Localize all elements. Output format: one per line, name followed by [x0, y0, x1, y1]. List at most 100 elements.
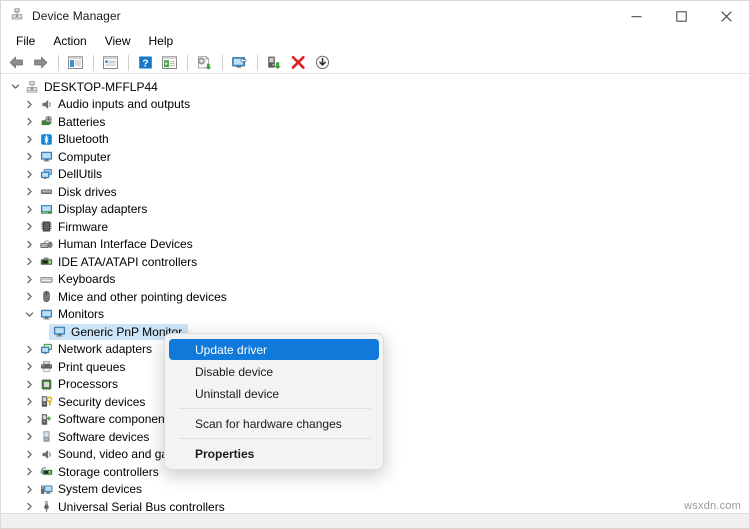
dell-utils-icon: [37, 168, 55, 181]
bluetooth-icon: [37, 133, 55, 146]
chevron-right-icon[interactable]: [21, 170, 37, 179]
tree-node-human-interface-devices[interactable]: Human Interface Devices: [1, 236, 749, 254]
toolbar-separator: [128, 54, 129, 71]
tree-node-label: Batteries: [58, 114, 106, 129]
chevron-right-icon[interactable]: [21, 205, 37, 214]
chevron-right-icon[interactable]: [21, 345, 37, 354]
chevron-right-icon[interactable]: [21, 362, 37, 371]
tree-node-system-devices[interactable]: System devices: [1, 481, 749, 499]
disable-device-icon[interactable]: [311, 53, 333, 73]
tree-node-batteries[interactable]: Batteries: [1, 113, 749, 131]
software-device-icon: [37, 430, 55, 443]
chevron-right-icon[interactable]: [21, 275, 37, 284]
context-menu-separator: [179, 438, 371, 439]
monitor-icon: [37, 308, 55, 321]
toolbar-separator: [187, 54, 188, 71]
chevron-right-icon[interactable]: [21, 117, 37, 126]
chevron-right-icon[interactable]: [21, 467, 37, 476]
status-bar: [1, 513, 749, 528]
chevron-right-icon[interactable]: [21, 240, 37, 249]
speaker-icon: [37, 98, 55, 111]
forward-arrow-icon[interactable]: [29, 53, 51, 73]
tree-node-desktop[interactable]: DESKTOP-MFFLP44: [1, 78, 749, 96]
monitor-icon: [37, 150, 55, 163]
show-hide-console-tree-icon[interactable]: [64, 53, 86, 73]
chevron-right-icon[interactable]: [21, 135, 37, 144]
chevron-right-icon[interactable]: [21, 257, 37, 266]
chevron-down-icon[interactable]: [21, 310, 37, 319]
chevron-right-icon[interactable]: [21, 432, 37, 441]
chevron-right-icon[interactable]: [21, 415, 37, 424]
tree-node-display-adapters[interactable]: Display adapters: [1, 201, 749, 219]
chevron-right-icon[interactable]: [21, 380, 37, 389]
enable-device-icon[interactable]: [263, 53, 285, 73]
watermark: wsxdn.com: [684, 500, 741, 512]
tree-node-mice-and-other-pointing-devices[interactable]: Mice and other pointing devices: [1, 288, 749, 306]
tree-node-label: DESKTOP-MFFLP44: [44, 79, 158, 94]
tree-node-audio-inputs-and-outputs[interactable]: Audio inputs and outputs: [1, 96, 749, 114]
tree-node-label: Human Interface Devices: [58, 237, 193, 252]
tree-node-computer[interactable]: Computer: [1, 148, 749, 166]
tree-node-label: Keyboards: [58, 272, 116, 287]
ctx-update-driver[interactable]: Update driver: [169, 339, 379, 360]
ide-controller-icon: [37, 255, 55, 268]
tree-node-keyboards[interactable]: Keyboards: [1, 271, 749, 289]
tree-node-universal-serial-bus-controllers[interactable]: Universal Serial Bus controllers: [1, 498, 749, 514]
update-driver-icon[interactable]: [193, 53, 215, 73]
toolbar-separator: [222, 54, 223, 71]
minimize-button[interactable]: [614, 1, 659, 31]
tree-node-label: Security devices: [58, 394, 146, 409]
tree-node-disk-drives[interactable]: Disk drives: [1, 183, 749, 201]
menu-file[interactable]: File: [7, 32, 44, 51]
chevron-down-icon[interactable]: [7, 82, 23, 91]
help-icon[interactable]: ?: [134, 53, 156, 73]
device-manager-window: Device Manager File Action View Help ? D…: [0, 0, 750, 529]
tree-node-label: Network adapters: [58, 342, 153, 357]
menu-help[interactable]: Help: [140, 32, 183, 51]
title-bar: Device Manager: [1, 1, 749, 31]
network-adapter-icon: [37, 343, 55, 356]
tree-node-dellutils[interactable]: DellUtils: [1, 166, 749, 184]
chevron-right-icon[interactable]: [21, 292, 37, 301]
close-button[interactable]: [704, 1, 749, 31]
tree-node-bluetooth[interactable]: Bluetooth: [1, 131, 749, 149]
tree-node-firmware[interactable]: Firmware: [1, 218, 749, 236]
tree-node-monitors[interactable]: Monitors: [1, 306, 749, 324]
properties-icon[interactable]: [99, 53, 121, 73]
tree-node-label: IDE ATA/ATAPI controllers: [58, 254, 198, 269]
chevron-right-icon[interactable]: [21, 187, 37, 196]
firmware-icon: [37, 220, 55, 233]
ctx-properties[interactable]: Properties: [169, 443, 379, 464]
view-icon[interactable]: [158, 53, 180, 73]
svg-text:?: ?: [142, 57, 148, 69]
menu-action[interactable]: Action: [44, 32, 95, 51]
tree-node-ide-ata-atapi-controllers[interactable]: IDE ATA/ATAPI controllers: [1, 253, 749, 271]
tree-node-label: Disk drives: [58, 184, 117, 199]
tree-node-label: System devices: [58, 482, 143, 497]
chevron-right-icon[interactable]: [21, 152, 37, 161]
display-adapter-icon: [37, 203, 55, 216]
menu-view[interactable]: View: [96, 32, 140, 51]
window-controls: [614, 1, 749, 31]
keyboard-icon: [37, 273, 55, 286]
security-device-icon: [37, 395, 55, 408]
ctx-scan-hardware-changes[interactable]: Scan for hardware changes: [169, 413, 379, 434]
system-device-icon: [37, 483, 55, 496]
tree-node-label: Computer: [58, 149, 111, 164]
ctx-disable-device[interactable]: Disable device: [169, 361, 379, 382]
chevron-right-icon[interactable]: [21, 222, 37, 231]
uninstall-device-icon[interactable]: [287, 53, 309, 73]
ctx-uninstall-device[interactable]: Uninstall device: [169, 383, 379, 404]
chevron-right-icon[interactable]: [21, 450, 37, 459]
scan-hardware-changes-icon[interactable]: [228, 53, 250, 73]
chevron-right-icon[interactable]: [21, 397, 37, 406]
tree-node-label: Storage controllers: [58, 464, 159, 479]
monitor-icon: [50, 325, 68, 338]
processor-icon: [37, 378, 55, 391]
back-arrow-icon[interactable]: [5, 53, 27, 73]
chevron-right-icon[interactable]: [21, 100, 37, 109]
speaker-icon: [37, 448, 55, 461]
maximize-button[interactable]: [659, 1, 704, 31]
chevron-right-icon[interactable]: [21, 502, 37, 511]
chevron-right-icon[interactable]: [21, 485, 37, 494]
